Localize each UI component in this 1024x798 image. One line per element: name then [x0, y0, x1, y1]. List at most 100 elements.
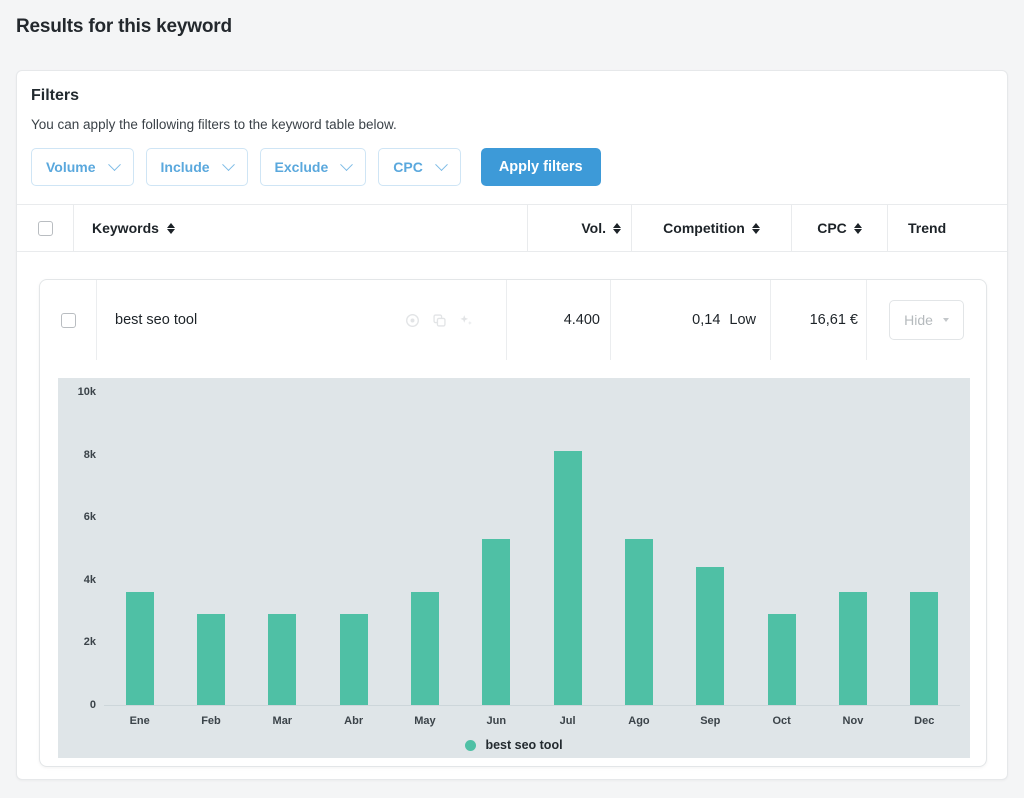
- filter-exclude-button[interactable]: Exclude: [259, 148, 367, 186]
- hide-button-label: Hide: [904, 312, 933, 328]
- filter-cpc-button[interactable]: CPC: [378, 148, 461, 186]
- chart-bar[interactable]: [696, 567, 725, 705]
- caret-down-icon: [942, 318, 949, 322]
- chart-bar-slot: [247, 392, 317, 705]
- header-trend: Trend: [887, 205, 1007, 251]
- chart-bar-slot: [533, 392, 603, 705]
- page-root: Results for this keyword Filters You can…: [0, 0, 1024, 798]
- sparkle-icon[interactable]: [459, 313, 474, 328]
- select-all-checkbox[interactable]: [37, 220, 53, 236]
- filters-section: Filters You can apply the following filt…: [17, 71, 1007, 204]
- chart-y-tick: 10k: [77, 386, 96, 398]
- header-volume[interactable]: Vol.: [527, 205, 631, 251]
- filters-toolbar: Volume Include Exclude CPC Apply filters: [31, 148, 993, 204]
- chart-y-tick: 0: [89, 699, 96, 711]
- filter-include-label: Include: [160, 159, 210, 175]
- filters-title: Filters: [31, 87, 80, 104]
- header-volume-label: Vol.: [581, 220, 606, 236]
- header-cpc-label: CPC: [817, 220, 847, 236]
- filter-exclude-label: Exclude: [274, 159, 329, 175]
- row-checkbox[interactable]: [60, 312, 76, 328]
- filter-volume-button[interactable]: Volume: [31, 148, 134, 186]
- chart-bar[interactable]: [196, 614, 225, 705]
- target-icon[interactable]: [405, 313, 420, 328]
- chart-y-tick: 6k: [83, 511, 96, 524]
- row-cpc-cell: 16,61 €: [770, 280, 866, 360]
- row-volume-cell: 4.400: [506, 280, 610, 360]
- chart-bar-slot: [390, 392, 460, 705]
- chart-bar[interactable]: [624, 539, 653, 705]
- chart-bar-slot: [319, 392, 389, 705]
- chart-y-tick: 8k: [83, 448, 96, 461]
- header-competition[interactable]: Competition: [631, 205, 791, 251]
- row-trend-cell: Hide: [866, 280, 986, 360]
- chart-bar-slot: [818, 392, 888, 705]
- copy-icon[interactable]: [432, 313, 447, 328]
- chart-y-axis: 0 2k 4k 6k 8k 10k: [58, 386, 104, 711]
- table-row: best seo tool 4.400 0,14 Low 16,61 € Hid…: [40, 280, 986, 360]
- table-header-row: Keywords Vol. Competition CPC Trend: [17, 204, 1007, 252]
- chart-plot-area: [104, 392, 960, 705]
- chevron-down-icon: [340, 157, 354, 171]
- filter-include-button[interactable]: Include: [145, 148, 248, 186]
- chart-x-tick: Nov: [842, 715, 864, 727]
- chart-bar-slot: [176, 392, 246, 705]
- header-competition-label: Competition: [663, 220, 745, 236]
- legend-color-swatch: [465, 739, 477, 751]
- chart-bar-slot: [675, 392, 745, 705]
- chart-bar[interactable]: [482, 539, 511, 705]
- chart-bar[interactable]: [410, 592, 439, 705]
- chart-y-tick: 2k: [83, 636, 96, 649]
- chart-bar[interactable]: [910, 592, 939, 705]
- chart-x-tick: May: [414, 715, 436, 727]
- chart-x-tick: Feb: [201, 715, 221, 727]
- chart-bar[interactable]: [339, 614, 368, 705]
- header-keywords[interactable]: Keywords: [73, 205, 527, 251]
- sort-icon[interactable]: [613, 222, 621, 234]
- sort-icon[interactable]: [853, 222, 862, 234]
- trend-chart: 0 2k 4k 6k 8k 10k Ene Feb Mar Abr May Jun Jul Ago Sep…: [58, 378, 970, 758]
- chart-bar[interactable]: [838, 592, 867, 705]
- row-competition-cell: 0,14 Low: [610, 280, 770, 360]
- header-cpc[interactable]: CPC: [791, 205, 887, 251]
- sort-icon[interactable]: [166, 222, 175, 234]
- chart-bar-slot: [889, 392, 959, 705]
- chevron-down-icon: [221, 157, 235, 171]
- chevron-down-icon: [107, 157, 121, 171]
- row-competition-level: Low: [729, 312, 756, 328]
- chart-bar[interactable]: [268, 614, 297, 705]
- chart-x-tick: Mar: [272, 715, 293, 727]
- page-title: Results for this keyword: [16, 16, 232, 37]
- chart-x-tick: Jun: [486, 715, 507, 727]
- sort-icon[interactable]: [751, 222, 760, 234]
- legend-label: best seo tool: [485, 738, 563, 752]
- header-keywords-label: Keywords: [92, 220, 159, 236]
- select-all-cell: [17, 205, 73, 251]
- chart-bars: [104, 392, 960, 705]
- chart-bar[interactable]: [767, 614, 796, 705]
- row-competition-value: 0,14: [692, 312, 721, 328]
- chart-bar[interactable]: [125, 592, 154, 705]
- chart-x-tick: Oct: [772, 715, 791, 727]
- chart-x-tick: Ago: [628, 715, 650, 727]
- hide-button[interactable]: Hide: [889, 300, 964, 340]
- chart-y-tick: 4k: [83, 573, 96, 586]
- chart-baseline: [104, 705, 960, 706]
- apply-filters-button[interactable]: Apply filters: [480, 148, 601, 186]
- row-select-cell: [40, 312, 96, 328]
- chart-bar-slot: [747, 392, 817, 705]
- chart-bar-slot: [461, 392, 531, 705]
- filter-cpc-label: CPC: [393, 159, 423, 175]
- results-card: Filters You can apply the following filt…: [16, 70, 1008, 780]
- chart-bar[interactable]: [553, 451, 582, 705]
- chart-x-axis: Ene Feb Mar Abr May Jun Jul Ago Sep Oct Nov Dec: [104, 708, 960, 734]
- chart-x-tick: Dec: [914, 715, 935, 727]
- chart-x-tick: Abr: [344, 715, 364, 727]
- row-keyword-cell: best seo tool: [96, 280, 506, 360]
- row-keyword-label: best seo tool: [115, 312, 198, 328]
- chart-bar-slot: [604, 392, 674, 705]
- chart-x-tick: Ene: [129, 715, 150, 727]
- chart-legend: best seo tool: [58, 738, 970, 752]
- chart-bar-slot: [105, 392, 175, 705]
- chevron-down-icon: [434, 157, 448, 171]
